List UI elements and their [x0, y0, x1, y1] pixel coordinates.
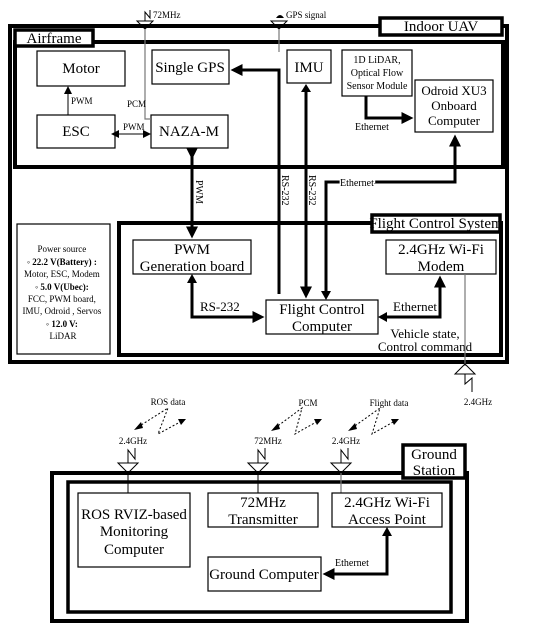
flight-data-signal-icon	[348, 406, 399, 436]
naza-m-label: NAZA-M	[159, 124, 219, 140]
ground-station-title-1: Ground	[411, 447, 457, 463]
pcm-signal-icon	[271, 406, 322, 436]
indoor-uav-title: Indoor UAV	[404, 19, 478, 35]
airframe-title: Airframe	[27, 31, 82, 47]
transmitter-label-2: Transmitter	[228, 512, 297, 528]
ros-data-signal-icon	[134, 406, 186, 436]
antenna-access-point-icon	[329, 448, 353, 493]
wifi-modem-block: 2.4GHz Wi-Fi Modem	[385, 239, 497, 275]
antenna-ros-icon	[116, 448, 140, 493]
esc-block: ESC	[36, 114, 116, 149]
pwm-generation-board-block: PWM Generation board	[132, 239, 252, 275]
lidar-label-2: Optical Flow	[351, 68, 404, 79]
ethernet-modem-label: Ethernet	[393, 299, 437, 314]
antenna-transmitter-icon	[246, 448, 270, 493]
pwm-board-label-1: PWM	[174, 242, 210, 258]
flight-control-computer-block: Flight Control Computer	[265, 299, 379, 335]
ros-rviz-label-2: Monitoring	[100, 524, 169, 540]
access-point-label-1: 2.4GHz Wi-Fi	[344, 495, 430, 511]
lidar-label-3: Sensor Module	[347, 81, 408, 92]
antenna-72mhz-label: 72MHz	[153, 10, 181, 20]
wifi-access-point-block: 2.4GHz Wi-Fi Access Point	[331, 492, 443, 528]
modem-label-1: 2.4GHz Wi-Fi	[398, 242, 484, 258]
motor-label: Motor	[62, 61, 100, 77]
ros-rviz-monitoring-computer-block: ROS RVIZ-based Monitoring Computer	[77, 492, 191, 568]
pcm-wireless-label: PCM	[298, 398, 317, 408]
pwm-esc-label: PWM	[123, 122, 145, 132]
odroid-block: Odroid XU3 Onboard Computer	[414, 79, 494, 133]
flight-data-label: Flight data	[370, 398, 409, 408]
ethernet-lidar-odroid-arrow	[364, 96, 414, 124]
odroid-label-2: Onboard	[431, 98, 477, 113]
lidar-block: 1D LiDAR, Optical Flow Sensor Module	[341, 49, 413, 97]
transmitter-label-1: 72MHz	[240, 495, 286, 511]
pwm-vertical-label: PWM	[193, 180, 204, 204]
control-command-label: Control command	[378, 339, 473, 354]
fcs-title: Flight Control System	[369, 216, 503, 232]
antenna-ros-label: 2.4GHz	[119, 436, 147, 446]
ethernet-lidar-label: Ethernet	[355, 122, 389, 133]
ground-computer-block: Ground Computer	[207, 556, 322, 592]
modem-label-2: Modem	[418, 259, 465, 275]
rs232-gps-label: RS-232	[279, 175, 290, 206]
antenna-transmitter-label: 72MHz	[254, 436, 282, 446]
modem-antenna-label: 2.4GHz	[464, 397, 492, 407]
imu-block: IMU	[286, 49, 332, 84]
imu-label: IMU	[294, 60, 323, 76]
imu-arrowhead-icon	[301, 84, 311, 92]
naza-m-block: NAZA-M	[150, 114, 229, 149]
single-gps-block: Single GPS	[151, 49, 230, 85]
ground-station-title-2: Station	[413, 463, 456, 479]
system-architecture-diagram: Indoor UAV Airframe Motor ESC Single GPS…	[8, 10, 509, 623]
gps-signal-label: GPS signal	[286, 10, 327, 20]
esc-label: ESC	[62, 124, 90, 140]
lidar-label-1: 1D LiDAR,	[353, 55, 400, 66]
antenna-access-point-label: 2.4GHz	[332, 436, 360, 446]
rs232-pwm-label: RS-232	[200, 299, 240, 314]
ethernet-ground-label: Ethernet	[335, 558, 369, 569]
pwm-board-label-2: Generation board	[140, 259, 245, 275]
pwm-motor-label: PWM	[71, 96, 93, 106]
odroid-label-1: Odroid XU3	[421, 83, 486, 98]
ground-computer-label: Ground Computer	[209, 567, 319, 583]
motor-block: Motor	[36, 50, 126, 87]
transmitter-72mhz-block: 72MHz Transmitter	[207, 492, 319, 528]
fcc-ethernet-arrowhead-icon	[321, 291, 331, 300]
fcc-label-1: Flight Control	[279, 302, 364, 318]
access-point-label-2: Access Point	[348, 512, 427, 528]
odroid-label-3: Computer	[428, 113, 481, 128]
rs232-imu-label: RS-232	[306, 175, 317, 206]
ros-rviz-label-3: Computer	[104, 542, 164, 558]
modem-antenna-icon	[453, 363, 477, 392]
ethernet-odroid-label: Ethernet	[340, 178, 374, 189]
ros-rviz-label-1: ROS RVIZ-based	[81, 507, 187, 523]
fcc-modem-arrowhead-icon	[378, 312, 387, 322]
access-point-arrowhead-icon	[382, 527, 392, 536]
fcc-label-2: Computer	[292, 319, 352, 335]
pwm-board-arrowhead-icon	[187, 274, 197, 283]
power-source-box: Power source ◦ 22.2 V(Battery) : Motor, …	[16, 223, 111, 355]
pcm-label: PCM	[127, 99, 146, 109]
single-gps-label: Single GPS	[155, 60, 225, 76]
ros-data-label: ROS data	[151, 397, 186, 407]
